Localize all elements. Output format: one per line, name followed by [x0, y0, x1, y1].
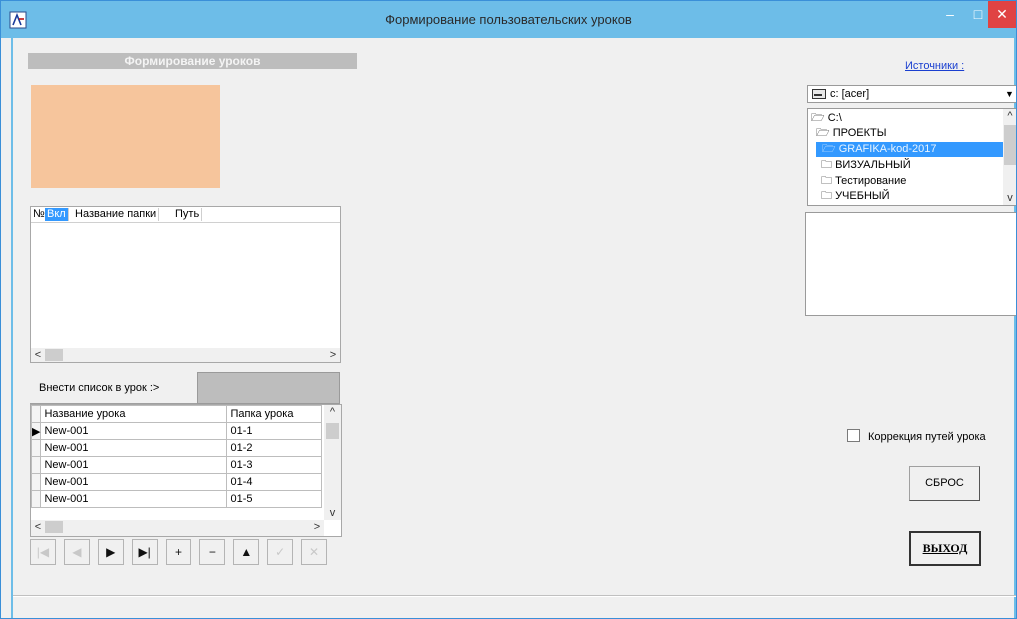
drive-value: c: [acer]: [830, 88, 870, 100]
cancel-record-button[interactable]: ✕: [301, 539, 328, 565]
folder-icon: 🗀: [821, 175, 832, 187]
row-indicator: [30, 490, 42, 508]
tree-item-label: Тестирование: [835, 175, 907, 187]
path-correction-label: Коррекция путей урока: [868, 431, 986, 443]
title-bar[interactable]: Формирование пользовательских уроков – □…: [1, 1, 1016, 38]
lesson-name-cell[interactable]: New-001: [40, 456, 228, 474]
folder-grid[interactable]: № Вкл Название папки Путь < >: [30, 206, 341, 363]
current-row-icon: ▶: [30, 422, 42, 440]
folder-icon: 🗀: [821, 159, 832, 171]
row-indicator: [30, 456, 42, 474]
post-record-button[interactable]: ✓: [267, 539, 294, 565]
tree-item-label: ВИЗУАЛЬНЫЙ: [835, 159, 911, 171]
scroll-up-icon[interactable]: ^: [324, 405, 341, 419]
table-row[interactable]: New-001 01-3: [30, 456, 323, 474]
lesson-name-cell[interactable]: New-001: [40, 439, 228, 457]
window-title: Формирование пользовательских уроков: [385, 12, 632, 27]
folder-open-icon: 🗁: [816, 127, 830, 139]
tree-item-visual[interactable]: 🗀 ВИЗУАЛЬНЫЙ: [821, 158, 911, 173]
reset-button[interactable]: СБРОС: [909, 466, 980, 501]
enter-list-label: Внести список в урок :>: [39, 382, 160, 394]
edit-record-button[interactable]: ▲: [233, 539, 260, 565]
next-record-button[interactable]: ▶: [97, 539, 124, 565]
scroll-thumb[interactable]: [1004, 125, 1016, 165]
db-navigator: |◀ ◀ ▶ ▶| + − ▲ ✓ ✕: [30, 539, 335, 567]
column-path[interactable]: Путь: [173, 208, 203, 221]
minimize-button[interactable]: –: [936, 1, 964, 28]
lessons-grid[interactable]: Название урока Папка урока ▶ New-001 01-…: [30, 404, 342, 537]
lessons-hscroll[interactable]: < >: [31, 520, 324, 536]
insert-record-button[interactable]: +: [165, 539, 192, 565]
folder-tree[interactable]: 🗁 C:\ 🗁 ПРОЕКТЫ 🗁 GRAFIKA-kod-2017 🗀 ВИЗ…: [807, 108, 1016, 206]
lesson-folder-cell[interactable]: 01-5: [226, 490, 323, 508]
last-record-button[interactable]: ▶|: [131, 539, 158, 565]
folder-icon: 🗀: [821, 190, 832, 202]
lesson-name-cell[interactable]: New-001: [40, 473, 228, 491]
lessons-header-row: Название урока Папка урока: [30, 405, 323, 423]
tree-item-label: ПРОЕКТЫ: [832, 127, 887, 139]
table-row[interactable]: New-001 01-5: [30, 490, 323, 508]
column-folder-name[interactable]: Название папки: [73, 208, 160, 221]
folder-tree-vscroll[interactable]: ^ v: [1003, 109, 1016, 205]
lessons-vscroll[interactable]: ^ v: [324, 405, 341, 520]
row-indicator: [30, 439, 42, 457]
lesson-folder-cell[interactable]: 01-4: [226, 473, 323, 491]
scroll-left-icon[interactable]: <: [31, 348, 45, 362]
lesson-folder-cell[interactable]: 01-2: [226, 439, 323, 457]
folder-open-icon: 🗁: [822, 143, 836, 155]
chevron-down-icon[interactable]: ▼: [1002, 86, 1016, 102]
tree-item-label: GRAFIKA-kod-2017: [838, 143, 937, 155]
first-record-button[interactable]: |◀: [30, 539, 56, 565]
lessons-table: Название урока Папка урока ▶ New-001 01-…: [30, 405, 323, 508]
scroll-thumb[interactable]: [326, 423, 339, 439]
lesson-folder-cell[interactable]: 01-3: [226, 456, 323, 474]
lesson-folder-cell[interactable]: 01-1: [226, 422, 323, 440]
tree-item-projects[interactable]: 🗁 ПРОЕКТЫ: [816, 126, 886, 141]
close-button[interactable]: ✕: [988, 1, 1016, 28]
tree-item-grafika[interactable]: 🗁 GRAFIKA-kod-2017: [816, 142, 1007, 157]
folder-open-icon: 🗁: [811, 112, 825, 124]
table-row[interactable]: New-001 01-2: [30, 439, 323, 457]
table-row[interactable]: ▶ New-001 01-1: [30, 422, 323, 440]
tree-item-label: C:\: [827, 112, 842, 124]
tree-item-label: УЧЕБНЫЙ: [835, 190, 890, 202]
tree-item-root[interactable]: 🗁 C:\: [811, 111, 842, 126]
table-row[interactable]: New-001 01-4: [30, 473, 323, 491]
folder-grid-hscroll[interactable]: < >: [31, 348, 340, 362]
scroll-left-icon[interactable]: <: [31, 520, 45, 534]
status-divider-highlight: [13, 596, 1016, 597]
sources-link[interactable]: Источники :: [905, 60, 964, 72]
exit-button[interactable]: ВЫХОД: [909, 531, 981, 566]
scroll-down-icon[interactable]: v: [324, 506, 341, 520]
scroll-right-icon[interactable]: >: [310, 520, 324, 534]
scroll-up-icon[interactable]: ^: [1003, 109, 1016, 123]
section-title: Формирование уроков: [28, 53, 357, 69]
delete-record-button[interactable]: −: [199, 539, 226, 565]
file-list[interactable]: [805, 212, 1016, 316]
row-indicator: [30, 473, 42, 491]
lesson-preview: [31, 85, 220, 188]
tree-item-testing[interactable]: 🗀 Тестирование: [821, 174, 906, 189]
tree-item-study[interactable]: 🗀 УЧЕБНЫЙ: [821, 189, 890, 204]
enter-list-field[interactable]: [197, 372, 340, 404]
scroll-down-icon[interactable]: v: [1003, 191, 1016, 205]
drive-icon: [812, 89, 826, 99]
folder-grid-header: № Вкл Название папки Путь: [31, 207, 340, 223]
lesson-name-cell[interactable]: New-001: [40, 490, 228, 508]
lesson-name-cell[interactable]: New-001: [40, 422, 228, 440]
column-enabled[interactable]: Вкл: [45, 208, 69, 221]
drive-select[interactable]: c: [acer] ▼: [807, 85, 1016, 103]
column-lesson-folder[interactable]: Папка урока: [226, 405, 323, 423]
column-lesson-name[interactable]: Название урока: [40, 405, 228, 423]
scroll-right-icon[interactable]: >: [326, 348, 340, 362]
path-correction-checkbox[interactable]: Коррекция путей урока: [847, 429, 986, 444]
scroll-thumb[interactable]: [45, 521, 63, 533]
prior-record-button[interactable]: ◀: [63, 539, 90, 565]
frame-border-left: [11, 38, 13, 618]
checkbox-icon[interactable]: [847, 429, 860, 442]
scroll-thumb[interactable]: [45, 349, 63, 361]
main-window: Формирование пользовательских уроков – □…: [0, 0, 1017, 619]
row-indicator: [30, 405, 42, 423]
